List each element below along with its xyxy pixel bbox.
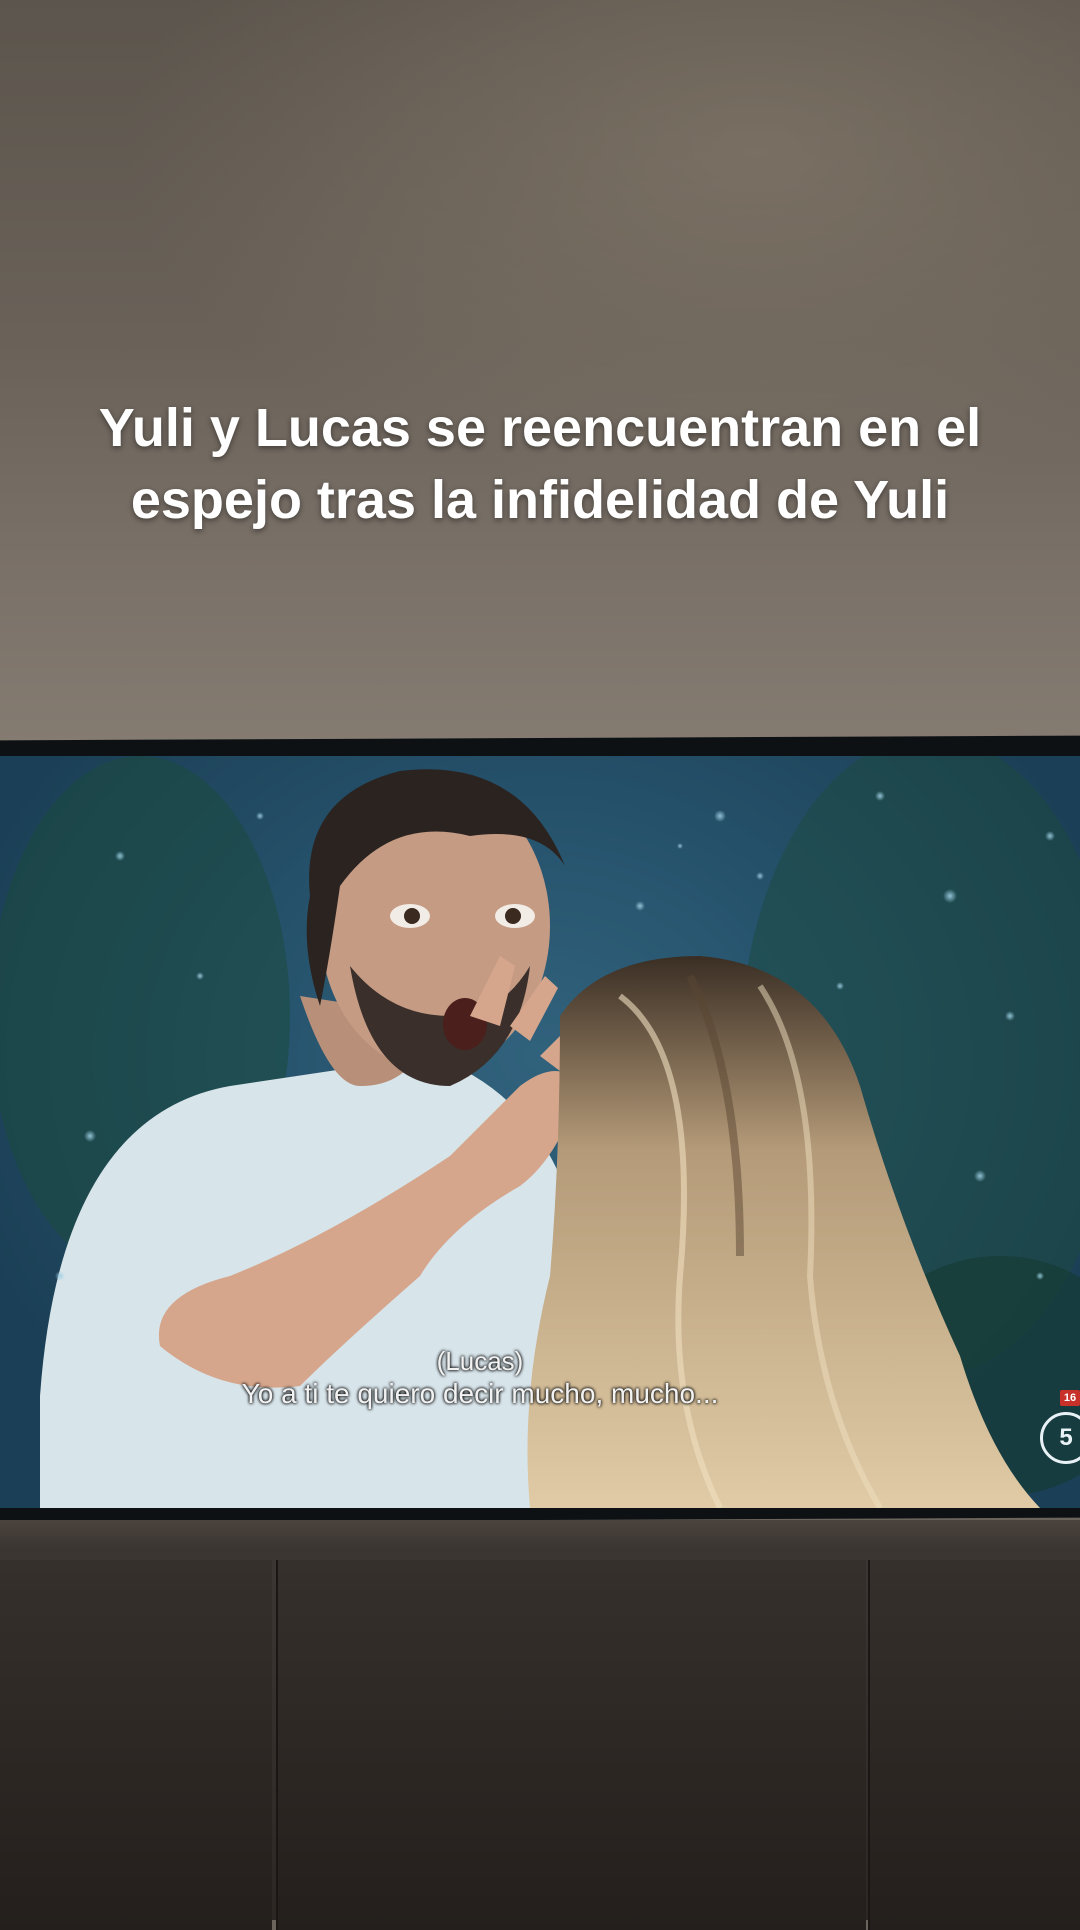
wall-background xyxy=(0,0,1080,760)
cabinet-top xyxy=(0,1520,1080,1552)
age-rating-badge: 16 xyxy=(1060,1390,1080,1406)
cabinet-door-middle xyxy=(276,1560,866,1930)
video-caption: Yuli y Lucas se reencuentran en el espej… xyxy=(40,392,1040,536)
caption-line-1: Yuli y Lucas se reencuentran en el xyxy=(98,398,982,458)
subtitle-speaker: (Lucas) xyxy=(436,1346,524,1376)
subtitle-text: Yo a ti te quiero decir mucho, mucho... xyxy=(241,1378,719,1409)
caption-line-2: espejo tras la infidelidad de Yuli xyxy=(130,470,950,530)
cabinet-door-right xyxy=(868,1560,1080,1930)
tv-screen: (Lucas) Yo a ti te quiero decir mucho, m… xyxy=(0,756,1080,1508)
cabinet-door-left xyxy=(0,1560,272,1930)
tv-cabinet xyxy=(0,1520,1080,1930)
